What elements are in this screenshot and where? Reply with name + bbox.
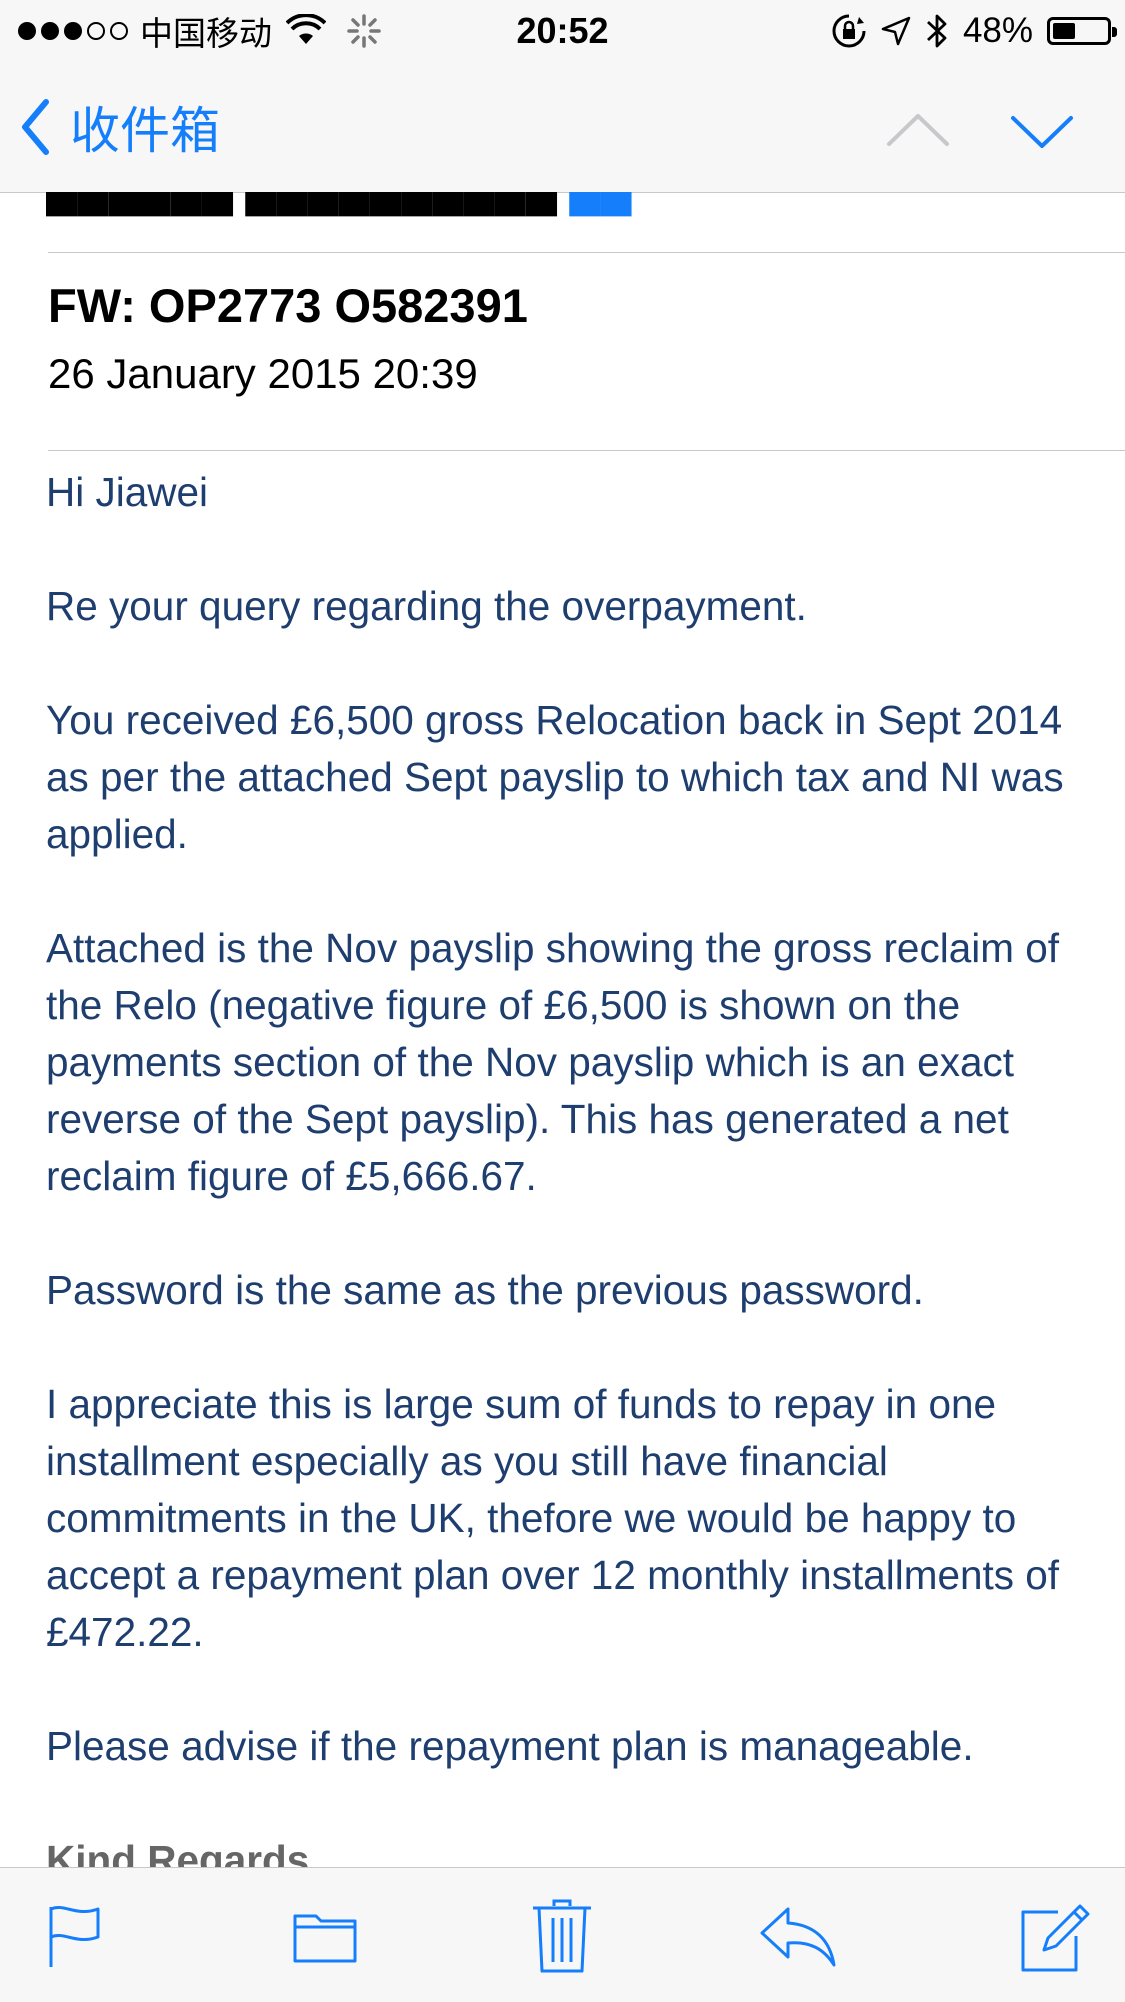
bluetooth-icon: [926, 14, 947, 48]
body-paragraph: Please advise if the repayment plan is m…: [46, 1723, 974, 1769]
trash-icon: [533, 1899, 591, 1972]
body-paragraph: Re your query regarding the overpayment.: [46, 583, 807, 629]
location-arrow-icon: [881, 16, 911, 46]
sender-row-clipped: ██████ ██████████ ██: [46, 192, 632, 214]
chevron-down-icon[interactable]: [1009, 98, 1075, 164]
trash-button[interactable]: [530, 1898, 594, 1973]
sign-off: Kind Regards: [46, 1837, 310, 1867]
email-content[interactable]: ██████ ██████████ ██ FW: OP2773 O582391 …: [0, 192, 1125, 1867]
folder-icon: [293, 1914, 357, 1962]
status-right: 48%: [831, 8, 1117, 54]
battery-icon: [1047, 17, 1117, 45]
reply-icon: [760, 1907, 836, 1966]
body-paragraph: Hi Jiawei: [46, 469, 209, 515]
move-folder-button[interactable]: [292, 1898, 358, 1973]
body-paragraph: Password is the same as the previous pas…: [46, 1267, 924, 1313]
orientation-lock-icon: [832, 14, 866, 48]
email-date: 26 January 2015 20:39: [48, 350, 478, 397]
battery-fill: [1053, 23, 1075, 39]
email-subject: FW: OP2773 O582391: [48, 279, 528, 332]
battery-percent: 48%: [962, 11, 1033, 50]
body-paragraph: You received £6,500 gross Relocation bac…: [46, 697, 1064, 857]
body-paragraph: Attached is the Nov payslip showing the …: [46, 925, 1059, 1199]
compose-icon: [1021, 1904, 1090, 1971]
back-button[interactable]: 收件箱: [20, 94, 220, 160]
chevron-left-icon: [22, 99, 49, 155]
flag-button[interactable]: [44, 1898, 104, 1973]
message-nav: [885, 98, 1075, 164]
status-bar: 中国移动 20:52 48%: [0, 0, 1125, 62]
body-paragraph: I appreciate this is large sum of funds …: [46, 1381, 1060, 1655]
flag-icon: [49, 1905, 100, 1967]
back-label: 收件箱: [70, 102, 220, 160]
compose-button[interactable]: [1018, 1898, 1090, 1973]
reply-button[interactable]: [758, 1898, 838, 1973]
chevron-up-icon[interactable]: [885, 98, 951, 164]
nav-bar: 收件箱: [0, 62, 1125, 193]
email-body: Hi Jiawei Re your query regarding the ov…: [46, 464, 1106, 1867]
bottom-toolbar: [0, 1867, 1125, 2002]
divider: [48, 252, 1125, 253]
divider: [48, 450, 1125, 451]
